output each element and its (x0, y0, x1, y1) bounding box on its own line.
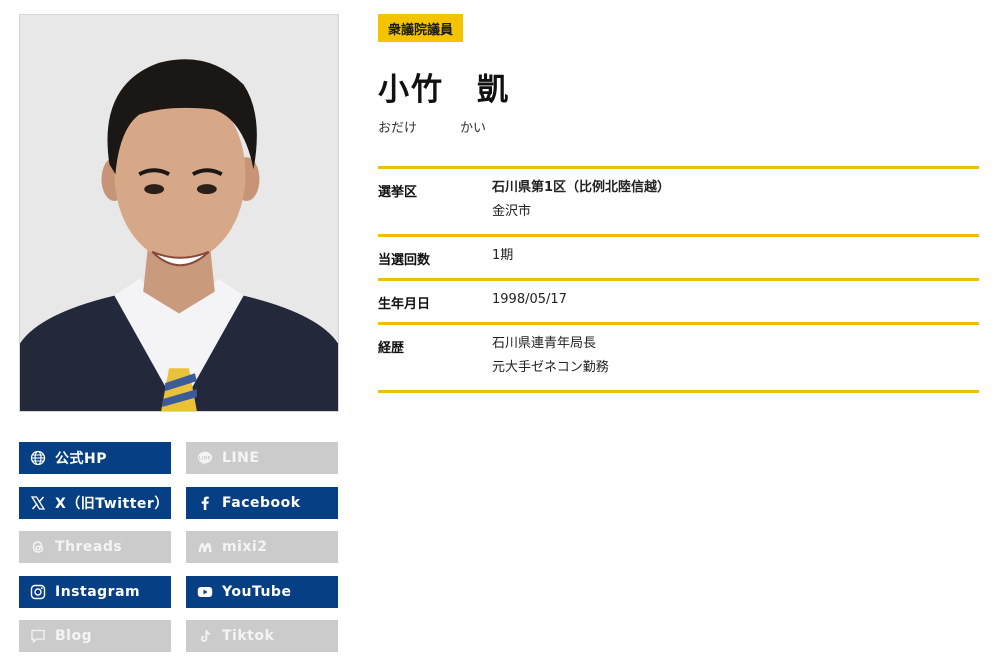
career-line2: 元大手ゼネコン勤務 (492, 360, 609, 375)
official-hp-button[interactable]: 公式HP (19, 442, 171, 474)
profile-row-district: 選挙区 石川県第1区（比例北陸信越） 金沢市 (378, 169, 979, 237)
blog-button[interactable]: Blog (19, 620, 171, 652)
line-button[interactable]: LINE LINE (186, 442, 338, 474)
threads-button[interactable]: Threads (19, 531, 171, 563)
name-reading: おだけ かい (378, 117, 486, 136)
position-badge: 衆議院議員 (378, 14, 464, 42)
family-name-reading: おだけ (378, 121, 418, 136)
x-twitter-label: X（旧Twitter） (55, 495, 169, 512)
career-line1: 石川県連青年局長 (492, 336, 597, 351)
mixi2-label: mixi2 (222, 539, 268, 555)
line-label: LINE (222, 450, 260, 466)
instagram-label: Instagram (55, 583, 141, 600)
birthday-label: 生年月日 (378, 297, 431, 312)
threads-label: Threads (55, 539, 123, 555)
district-value: 石川県第1区（比例北陸信越） 金沢市 (492, 176, 670, 224)
threads-icon (29, 538, 47, 556)
youtube-icon (196, 583, 214, 601)
terms-value: 1期 (492, 248, 514, 263)
youtube-button[interactable]: YouTube (186, 575, 338, 608)
mixi2-icon (196, 538, 214, 556)
blog-label: Blog (55, 628, 93, 644)
district-line1: 石川県第1区（比例北陸信越） (492, 180, 671, 195)
mixi2-button[interactable]: mixi2 (186, 531, 338, 563)
svg-text:LINE: LINE (199, 455, 212, 460)
career-value: 石川県連青年局長 元大手ゼネコン勤務 (492, 332, 609, 380)
tiktok-icon (196, 627, 214, 645)
facebook-label: Facebook (222, 494, 301, 511)
profile-photo (19, 14, 339, 412)
speech-bubble-icon (29, 627, 47, 645)
terms-label: 当選回数 (378, 253, 431, 268)
facebook-button[interactable]: Facebook (186, 486, 338, 519)
profile-row-birthday: 生年月日 1998/05/17 (378, 281, 979, 325)
globe-icon (29, 449, 47, 467)
profile-row-terms: 当選回数 1期 (378, 237, 979, 281)
given-name-reading: かい (460, 121, 487, 136)
x-logo-icon (29, 494, 47, 512)
instagram-button[interactable]: Instagram (19, 575, 171, 608)
district-line2: 金沢市 (492, 204, 532, 219)
facebook-icon (196, 494, 214, 512)
x-twitter-button[interactable]: X（旧Twitter） (19, 486, 171, 519)
youtube-label: YouTube (222, 583, 292, 600)
sns-links: 公式HP LINE LINE X（旧Twitter） Facebook Thre… (19, 442, 338, 652)
profile-table: 選挙区 石川県第1区（比例北陸信越） 金沢市 当選回数 1期 生年月日 1998… (378, 166, 979, 393)
tiktok-label: Tiktok (222, 628, 275, 644)
profile-row-career: 経歴 石川県連青年局長 元大手ゼネコン勤務 (378, 325, 979, 393)
line-icon: LINE (196, 449, 214, 467)
official-hp-label: 公式HP (55, 451, 107, 467)
birthday-value: 1998/05/17 (492, 292, 567, 307)
member-name: 小竹 凱 (378, 72, 510, 108)
tiktok-button[interactable]: Tiktok (186, 620, 338, 652)
career-label: 経歴 (378, 341, 405, 356)
district-label: 選挙区 (378, 185, 418, 200)
instagram-icon (29, 583, 47, 601)
